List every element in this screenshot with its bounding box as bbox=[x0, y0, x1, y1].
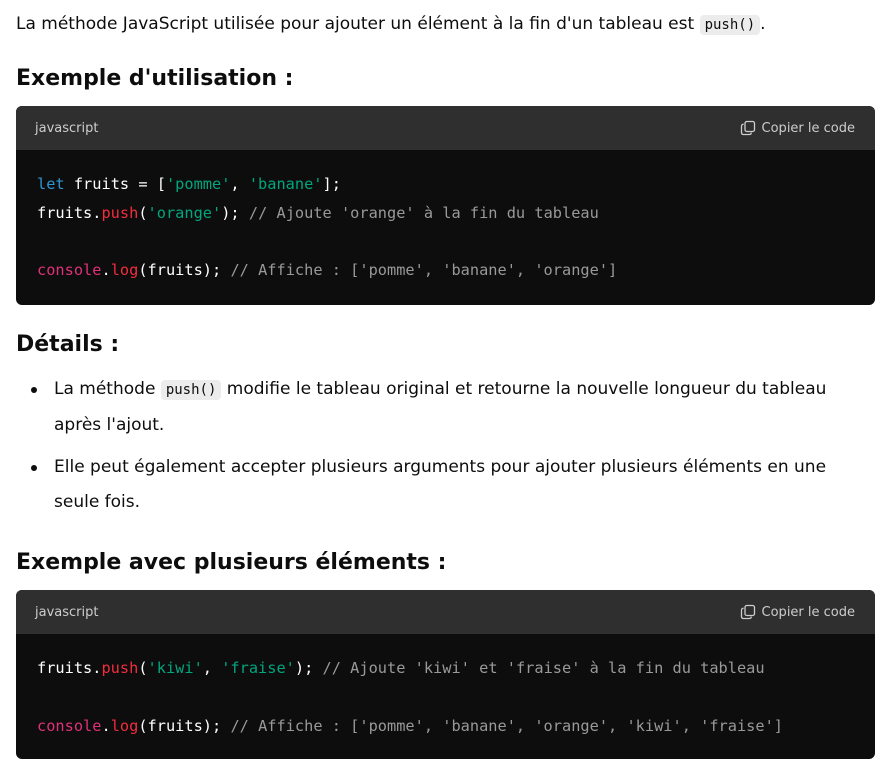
heading-details: Détails : bbox=[16, 332, 120, 357]
code-token: 'pomme' bbox=[165, 175, 231, 193]
code-line: fruits.push('kiwi', 'fraise'); // Ajoute… bbox=[37, 654, 854, 683]
code-token: 'fraise' bbox=[221, 659, 295, 677]
code-block-2: javascript Copier le code fruits.push('k… bbox=[16, 590, 875, 759]
code-token: ); bbox=[294, 659, 323, 677]
code-token: , bbox=[202, 659, 222, 677]
intro-text-end: . bbox=[760, 14, 766, 34]
intro-paragraph: La méthode JavaScript utilisée pour ajou… bbox=[16, 10, 766, 39]
inline-code: push() bbox=[699, 15, 761, 35]
code-token: (fruits); bbox=[138, 716, 231, 735]
code-body: fruits.push('kiwi', 'fraise'); // Ajoute… bbox=[16, 634, 875, 754]
code-token: 'orange' bbox=[147, 203, 222, 222]
code-block-header: javascript Copier le code bbox=[16, 590, 875, 634]
list-item: La méthode push() modifie le tableau ori… bbox=[16, 372, 875, 443]
code-token: console bbox=[37, 716, 102, 735]
code-token: , bbox=[230, 175, 249, 193]
code-block-header: javascript Copier le code bbox=[16, 106, 875, 150]
heading-usage-example: Exemple d'utilisation : bbox=[16, 66, 294, 91]
copy-code-button[interactable]: Copier le code bbox=[740, 604, 855, 620]
code-token: let bbox=[37, 175, 65, 193]
code-token: ( bbox=[138, 659, 148, 677]
code-token: // Ajoute 'orange' à la fin du tableau bbox=[248, 203, 599, 222]
code-token: // Affiche : ['pomme', 'banane', 'orange… bbox=[230, 716, 784, 735]
code-token: // Ajoute 'kiwi' et 'fraise' à la fin du… bbox=[322, 659, 765, 677]
code-token: ]; bbox=[322, 175, 341, 193]
code-language-label: javascript bbox=[35, 120, 99, 136]
list-item-text: Elle peut également accepter plusieurs a… bbox=[54, 457, 827, 512]
code-line: console.log(fruits); // Affiche : ['pomm… bbox=[37, 712, 854, 741]
code-token: fruits. bbox=[37, 203, 102, 222]
code-token: ( bbox=[138, 203, 148, 222]
copy-code-label: Copier le code bbox=[761, 120, 855, 136]
code-language-label: javascript bbox=[35, 604, 99, 620]
details-list: La méthode push() modifie le tableau ori… bbox=[16, 372, 875, 527]
heading-multiple-elements-example: Exemple avec plusieurs éléments : bbox=[16, 550, 447, 575]
code-token: log bbox=[110, 261, 139, 279]
copy-code-label: Copier le code bbox=[761, 604, 855, 620]
code-line: let fruits = ['pomme', 'banane']; bbox=[37, 170, 854, 199]
code-body: let fruits = ['pomme', 'banane']; fruits.… bbox=[16, 150, 875, 299]
list-item-text: La méthode bbox=[54, 379, 161, 399]
code-token: push bbox=[101, 203, 139, 222]
code-line: console.log(fruits); // Affiche : ['pomm… bbox=[37, 256, 854, 285]
code-token: fruits = [ bbox=[64, 175, 166, 193]
code-token: . bbox=[101, 716, 111, 735]
inline-code: push() bbox=[160, 380, 222, 400]
copy-code-button[interactable]: Copier le code bbox=[740, 120, 855, 136]
code-token: // Affiche : ['pomme', 'banane', 'orange… bbox=[230, 261, 618, 279]
code-token: . bbox=[101, 261, 111, 279]
code-token: push bbox=[101, 659, 139, 677]
list-item: Elle peut également accepter plusieurs a… bbox=[16, 450, 875, 520]
code-token: log bbox=[110, 716, 139, 735]
code-token: fruits. bbox=[37, 659, 102, 677]
code-token: console bbox=[37, 261, 102, 279]
intro-text: La méthode JavaScript utilisée pour ajou… bbox=[16, 14, 700, 34]
code-token: 'banane' bbox=[248, 175, 323, 193]
copy-icon bbox=[740, 604, 755, 620]
code-token: 'kiwi' bbox=[147, 659, 203, 677]
code-line: fruits.push('orange'); // Ajoute 'orange… bbox=[37, 199, 854, 228]
copy-icon bbox=[740, 120, 755, 136]
code-block-1: javascript Copier le code let fruits = [… bbox=[16, 106, 875, 305]
code-token: (fruits); bbox=[138, 261, 231, 279]
code-token: ); bbox=[221, 203, 249, 222]
